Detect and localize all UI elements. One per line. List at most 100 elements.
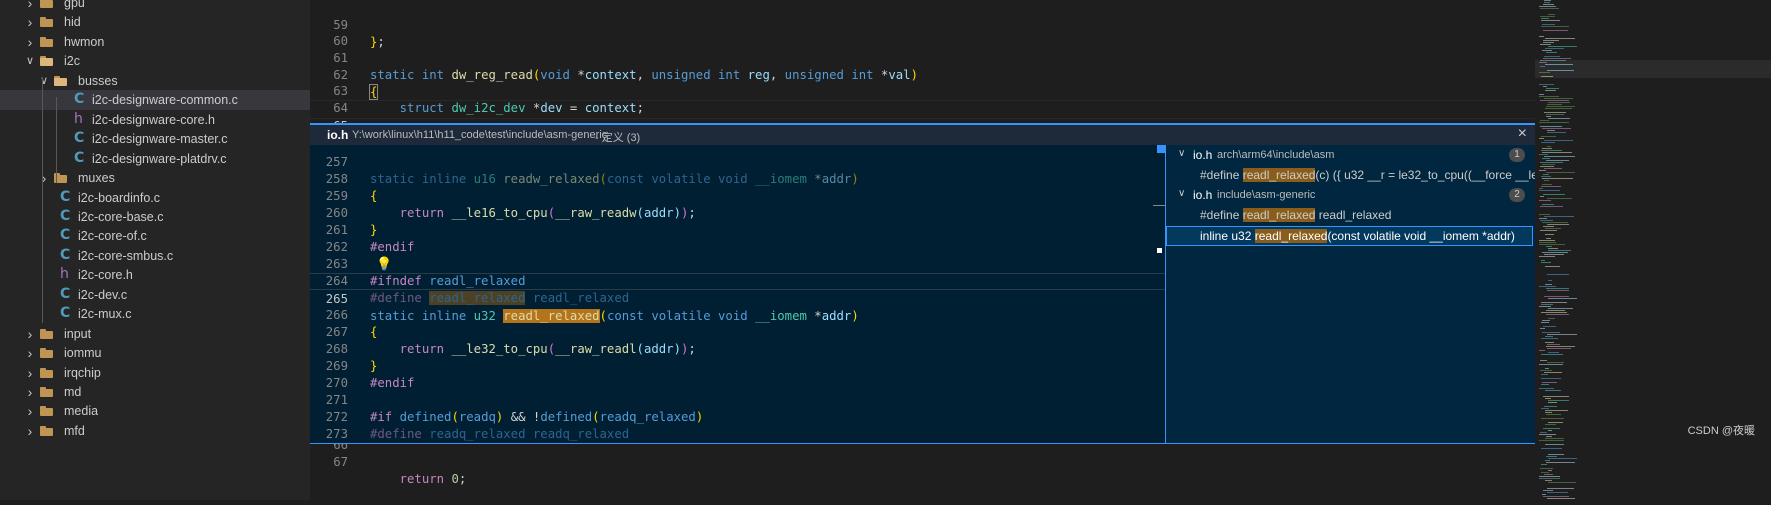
explorer-item[interactable]: › irqchip [0, 363, 310, 383]
explorer-item[interactable]: Ci2c-core-of.c [0, 226, 310, 246]
minimap-line [1546, 462, 1575, 463]
minimap-line [1541, 26, 1569, 27]
minimap-line [1548, 298, 1577, 299]
chevron-down-icon[interactable]: ∨ [39, 75, 49, 86]
line-number: 273 [325, 427, 348, 441]
folder-icon [40, 425, 53, 436]
minimap-line [1541, 312, 1567, 313]
chevron-right-icon[interactable]: › [25, 0, 35, 10]
chevron-down-icon[interactable]: ∨ [25, 56, 35, 67]
explorer-item[interactable]: › input [0, 324, 310, 344]
minimap-line [1540, 370, 1552, 371]
peek-code-view[interactable]: 257 static inline u16 readw_relaxed(cons… [310, 145, 1165, 443]
minimap-line [1539, 188, 1543, 189]
chevron-right-icon[interactable]: › [25, 346, 35, 360]
minimap-line [1540, 468, 1553, 469]
chevron-right-icon[interactable]: › [39, 171, 49, 185]
explorer-item-label: input [64, 326, 92, 341]
ref-item-selected[interactable]: inline u32 readl_relaxed(const volatile … [1166, 226, 1533, 246]
c-file-icon: C [74, 149, 85, 166]
minimap-line [1539, 218, 1547, 219]
code-line: 60 [310, 16, 1535, 48]
minimap-line [1539, 170, 1546, 171]
chevron-right-icon[interactable]: › [25, 385, 35, 399]
explorer-item[interactable]: › iommu [0, 343, 310, 363]
minimap-line [1541, 262, 1551, 263]
minimap-line [1542, 204, 1554, 205]
indent-guide [56, 97, 57, 183]
chevron-down-icon: ∨ [1178, 188, 1186, 199]
minimap-line [1545, 234, 1554, 235]
code-line: 270 [310, 358, 1165, 390]
explorer-item[interactable]: Ci2c-boardinfo.c [0, 188, 310, 208]
minimap-line [1548, 430, 1552, 431]
explorer-item-label: media [64, 404, 99, 419]
minimap-line [1545, 412, 1552, 413]
explorer-item[interactable]: Ci2c-designware-master.c [0, 129, 310, 149]
minimap-line [1543, 86, 1547, 87]
minimap-line [1541, 374, 1548, 375]
ref-group-header[interactable]: ∨ io.h include\asm-generic 2 [1166, 185, 1535, 205]
code-line: 261 #endif [310, 205, 1165, 254]
minimap-line [1540, 230, 1557, 231]
explorer-item-label: mfd [64, 423, 85, 438]
close-icon[interactable]: × [1518, 125, 1527, 143]
minimap-line [1545, 480, 1552, 481]
lightbulb-icon[interactable]: 💡 [376, 256, 392, 273]
explorer-item[interactable]: h i2c-core.h [0, 265, 310, 285]
explorer-item[interactable]: h i2c-designware-core.h [0, 110, 310, 130]
peek-scrollbar[interactable] [1153, 145, 1165, 443]
minimap-line [1543, 42, 1554, 43]
explorer-item-label: i2c-core-smbus.c [78, 248, 174, 263]
explorer-item[interactable]: ∨ busses [0, 71, 310, 91]
explorer-item[interactable]: Ci2c-mux.c [0, 304, 310, 324]
explorer-item[interactable]: Ci2c-designware-common.c [0, 90, 310, 110]
explorer-item[interactable]: ∨ i2c [0, 51, 310, 71]
peek-definition-count: - 定义 (3) [595, 132, 641, 144]
chevron-right-icon[interactable]: › [25, 35, 35, 49]
explorer-item[interactable]: › gpu [0, 0, 310, 13]
ref-item[interactable]: #define readl_relaxed(c) ({ u32 __r = le… [1166, 165, 1535, 185]
chevron-right-icon[interactable]: › [25, 404, 35, 418]
minimap-line [1548, 402, 1557, 403]
chevron-right-icon[interactable]: › [25, 15, 35, 29]
ref-item[interactable]: #define readl_relaxed readl_relaxed [1166, 205, 1535, 225]
minimap-line [1545, 424, 1556, 425]
explorer-item[interactable]: › hid [0, 12, 310, 32]
minimap-line [1539, 94, 1544, 95]
explorer-sidebar: › gpu › hid › hwmon ∨ i2c ∨ busses Ci2c-designware… [0, 0, 310, 500]
minimap-line [1546, 160, 1569, 161]
explorer-item[interactable]: Ci2c-core-smbus.c [0, 246, 310, 266]
chevron-right-icon[interactable]: › [25, 424, 35, 438]
minimap-line [1544, 372, 1562, 373]
ref-group-header[interactable]: ∨ io.h arch\arm64\include\asm 1 [1166, 145, 1535, 165]
code-line: 262 [310, 222, 1165, 254]
line-number: 67 [333, 455, 348, 469]
ref-group-file: io.h [1193, 188, 1213, 202]
minimap-line [1539, 96, 1559, 97]
minimap-line [1541, 338, 1558, 339]
explorer-item[interactable]: › mfd [0, 421, 310, 441]
chevron-right-icon[interactable]: › [25, 366, 35, 380]
minimap-line [1546, 52, 1557, 53]
c-file-icon: C [60, 188, 71, 205]
minimap-line [1548, 46, 1577, 47]
minimap-line [1546, 314, 1569, 315]
code-line: 269 #endif [310, 341, 1165, 390]
explorer-item[interactable]: Ci2c-core-base.c [0, 207, 310, 227]
minimap-line [1542, 222, 1568, 223]
explorer-item[interactable]: Ci2c-designware-platdrv.c [0, 149, 310, 169]
chevron-down-icon: ∨ [1178, 148, 1186, 159]
explorer-item[interactable]: › muxes [0, 168, 310, 188]
explorer-item[interactable]: › media [0, 401, 310, 421]
peek-file-name[interactable]: io.h [327, 128, 348, 142]
minimap-line [1545, 38, 1575, 39]
explorer-item[interactable]: Ci2c-dev.c [0, 285, 310, 305]
explorer-item-label: gpu [64, 0, 85, 10]
minimap-line [1548, 250, 1571, 251]
explorer-item[interactable]: › md [0, 382, 310, 402]
explorer-item[interactable]: › hwmon [0, 32, 310, 52]
chevron-right-icon[interactable]: › [25, 327, 35, 341]
minimap-line [1548, 102, 1570, 103]
minimap-line [1541, 20, 1560, 21]
